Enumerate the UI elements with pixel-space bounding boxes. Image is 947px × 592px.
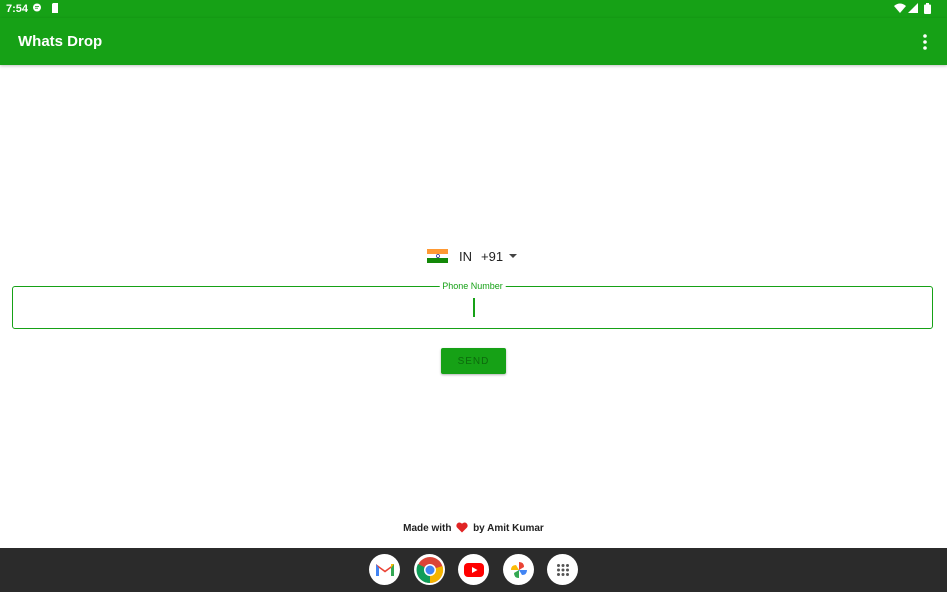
text-cursor: [473, 298, 475, 317]
dial-code-label: +91: [481, 248, 504, 264]
overflow-menu-icon[interactable]: [917, 31, 933, 53]
cell-signal-icon: [908, 3, 918, 16]
footer-prefix: Made with: [403, 523, 452, 534]
app-bar: Whats Drop: [0, 18, 947, 65]
youtube-icon[interactable]: [458, 554, 489, 585]
status-time: 7:54: [6, 3, 29, 15]
status-bar: 7:54: [0, 0, 947, 18]
heart-icon: [456, 522, 468, 536]
photos-icon[interactable]: [503, 554, 534, 585]
screen: 7:54 Whats Drop IN +91 Phone Number SEND…: [0, 0, 947, 592]
message-notification-icon: [32, 3, 42, 16]
battery-icon: [924, 3, 931, 17]
footer-suffix: by Amit Kumar: [473, 523, 544, 534]
send-button[interactable]: SEND: [441, 348, 506, 374]
app-title: Whats Drop: [18, 33, 103, 50]
chrome-icon[interactable]: [414, 554, 445, 585]
app-drawer-icon[interactable]: [547, 554, 578, 585]
phone-number-label: Phone Number: [439, 281, 506, 291]
sim-card-icon: [51, 3, 59, 16]
gmail-icon[interactable]: [369, 554, 400, 585]
dropdown-arrow-icon: [509, 254, 518, 258]
country-code-picker[interactable]: IN +91: [427, 246, 518, 266]
india-flag-icon: [427, 249, 448, 264]
wifi-icon: [894, 3, 906, 16]
country-code-label: IN: [459, 248, 472, 264]
phone-number-input[interactable]: [13, 287, 936, 330]
footer-credit: Made with by Amit Kumar: [0, 522, 947, 536]
taskbar: [0, 548, 947, 592]
phone-number-field[interactable]: Phone Number: [12, 281, 936, 330]
